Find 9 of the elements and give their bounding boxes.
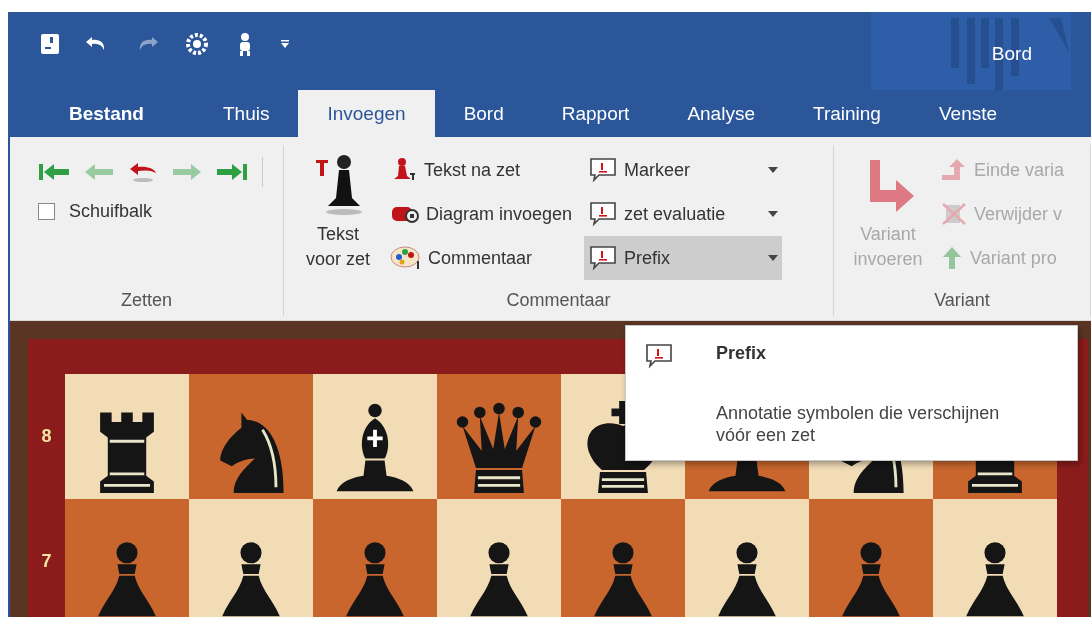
rank-label: 8 [40,426,53,447]
rank-label: 7 [40,551,53,572]
group-label: Variant [933,289,991,312]
tooltip-title: Prefix [716,343,768,365]
tooltip-description: Annotatie symbolen die verschijnen vóór een zet [716,401,1001,446]
group-label: Commentaar [505,289,612,312]
group-label: Zetten [120,289,173,312]
checkbox-label: Schuifbalk [69,201,153,222]
window-title: Bord [991,43,1032,65]
